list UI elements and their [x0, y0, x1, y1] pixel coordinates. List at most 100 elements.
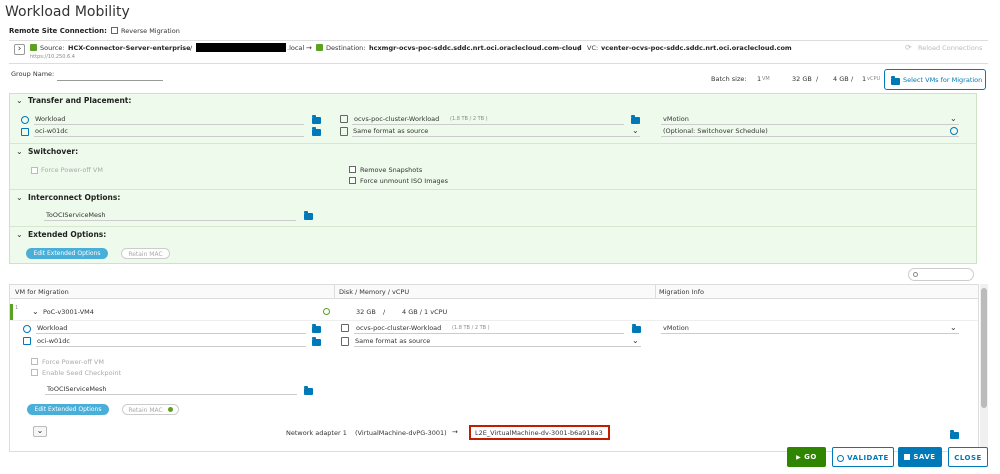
- vm-disk: 32 GB: [356, 308, 376, 316]
- force-power-off-label: Force Power-off VM: [41, 166, 103, 174]
- vm-index: 1: [15, 305, 19, 311]
- search-icon: [913, 272, 918, 277]
- destination-name: hcxmgr-ocvs-poc-sddc.sddc.nrt.oci.oracle…: [369, 44, 582, 52]
- vm-edit-extended-options-button[interactable]: Edit Extended Options: [27, 404, 109, 415]
- col-info: Migration Info: [659, 288, 705, 296]
- chevron-down-icon[interactable]: ⌄: [16, 193, 23, 202]
- scrollbar-track[interactable]: [980, 284, 988, 452]
- chevron-down-icon[interactable]: ⌄: [32, 307, 39, 316]
- close-button[interactable]: CLOSE: [948, 447, 988, 467]
- clock-icon[interactable]: [950, 127, 958, 135]
- batch-cpu: 1: [862, 75, 867, 83]
- force-unmount-label: Force unmount ISO Images: [360, 177, 449, 185]
- seed-checkpoint-checkbox[interactable]: [31, 369, 38, 376]
- browse-cluster-icon[interactable]: [631, 115, 640, 124]
- expand-connection-button[interactable]: ›: [14, 44, 25, 55]
- vm-mem-cpu: 4 GB / 1 vCPU: [402, 308, 448, 316]
- vm-mesh: ToOCIServiceMesh: [47, 385, 107, 393]
- go-label: GO: [804, 453, 817, 461]
- edit-extended-options-button[interactable]: Edit Extended Options: [26, 248, 108, 259]
- retain-mac-button[interactable]: Retain MAC: [121, 248, 170, 259]
- select-vms-button[interactable]: Select VMs for Migration: [884, 69, 986, 90]
- save-button[interactable]: SAVE: [898, 447, 942, 467]
- browse-mesh-icon[interactable]: [304, 211, 313, 220]
- col-vm: VM for Migration: [15, 288, 69, 296]
- browse-network-icon[interactable]: [312, 337, 321, 346]
- chevron-down-icon[interactable]: ⌄: [16, 147, 23, 156]
- disk-format-icon: [340, 127, 348, 136]
- validate-button[interactable]: VALIDATE: [832, 447, 894, 467]
- vm-format-select[interactable]: [354, 346, 641, 347]
- col-disk: Disk / Memory / vCPU: [339, 288, 410, 296]
- vm-folder-input[interactable]: [36, 333, 306, 334]
- batch-disk-sep: /: [851, 75, 854, 83]
- batch-size-label: Batch size:: [711, 75, 747, 83]
- group-name-label: Group Name:: [11, 70, 55, 78]
- reverse-migration-checkbox[interactable]: [111, 27, 118, 34]
- page-title: Workload Mobility: [5, 4, 130, 20]
- workload-folder-icon: [23, 325, 31, 333]
- chevron-down-icon[interactable]: ⌄: [632, 126, 639, 135]
- browse-network-icon[interactable]: [312, 127, 321, 136]
- batch-vms: 1: [757, 75, 762, 83]
- chevron-down-icon[interactable]: ⌄: [950, 323, 957, 332]
- divider: [10, 143, 976, 144]
- batch-vms-unit: VM: [762, 76, 770, 82]
- col-divider: [655, 285, 656, 299]
- vm-network-input[interactable]: [36, 346, 306, 347]
- browse-cluster-icon[interactable]: [632, 324, 641, 333]
- schedule-input[interactable]: [661, 136, 959, 137]
- disk-format-select[interactable]: [352, 136, 640, 137]
- vm-format: Same format as source: [355, 337, 431, 345]
- browse-target-network-icon[interactable]: [950, 430, 959, 439]
- chevron-down-icon[interactable]: ⌄: [950, 114, 957, 123]
- vm-service-mesh-input[interactable]: [45, 394, 297, 395]
- power-on-icon: [323, 308, 330, 315]
- vm-force-power-off-checkbox[interactable]: [31, 358, 38, 365]
- migration-type-select[interactable]: [661, 124, 959, 125]
- chevron-down-icon[interactable]: ⌄: [632, 336, 639, 345]
- vm-migration-select[interactable]: [661, 333, 959, 334]
- interconnect-header: Interconnect Options:: [28, 193, 121, 202]
- transfer-cluster-input[interactable]: [352, 124, 624, 125]
- vm-cluster-input[interactable]: [354, 333, 624, 334]
- force-power-off-checkbox[interactable]: [31, 167, 38, 174]
- source-site-icon: [30, 44, 37, 51]
- service-mesh-input[interactable]: [44, 220, 296, 221]
- network-adapter-label: Network adapter 1: [286, 429, 347, 437]
- reload-connections-button[interactable]: Reload Connections: [918, 45, 982, 52]
- scrollbar-thumb[interactable]: [981, 288, 987, 408]
- go-button[interactable]: ▶ GO: [787, 447, 826, 467]
- browse-mesh-icon[interactable]: [304, 386, 313, 395]
- network-adapter-source: (VirtualMachine-dvPG-3001): [355, 429, 447, 437]
- vm-row-marker: [10, 304, 13, 320]
- remote-site-label: Remote Site Connection:: [9, 27, 107, 35]
- expand-network-button[interactable]: ⌄: [33, 426, 47, 437]
- arrow-icon: →: [306, 44, 312, 52]
- vm-network: oci-w01dc: [37, 337, 70, 345]
- vm-search-input[interactable]: [908, 268, 974, 281]
- browse-folder-icon[interactable]: [312, 324, 321, 333]
- transfer-schedule: (Optional: Switchover Schedule): [663, 127, 768, 135]
- transfer-network-input[interactable]: [34, 136, 304, 137]
- play-icon: ▶: [796, 454, 802, 461]
- vm-folder: Workload: [37, 324, 68, 332]
- chevron-down-icon[interactable]: ⌄: [16, 96, 23, 105]
- group-name-input[interactable]: [57, 80, 163, 81]
- vm-force-power-off-label: Force Power-off VM: [42, 358, 104, 366]
- divider: [10, 189, 976, 190]
- force-unmount-checkbox[interactable]: [349, 177, 356, 184]
- transfer-header: Transfer and Placement:: [28, 96, 132, 105]
- remove-snapshots-checkbox[interactable]: [349, 166, 356, 173]
- batch-mem-sep: /: [816, 75, 819, 83]
- reverse-migration-label: Reverse Migration: [121, 27, 180, 35]
- vm-retain-mac-button[interactable]: Retain MAC: [122, 404, 179, 415]
- arrow-icon: →: [452, 428, 458, 436]
- chevron-down-icon[interactable]: ⌄: [16, 230, 23, 239]
- target-network-highlight[interactable]: L2E_VirtualMachine-dv-3001-b6a918a3: [469, 425, 610, 440]
- browse-folder-icon[interactable]: [312, 115, 321, 124]
- vm-cluster: ocvs-poc-cluster-Workload: [356, 324, 442, 332]
- seed-checkpoint-label: Enable Seed Checkpoint: [42, 369, 122, 377]
- transfer-folder-input[interactable]: [34, 124, 304, 125]
- transfer-folder: Workload: [35, 115, 66, 123]
